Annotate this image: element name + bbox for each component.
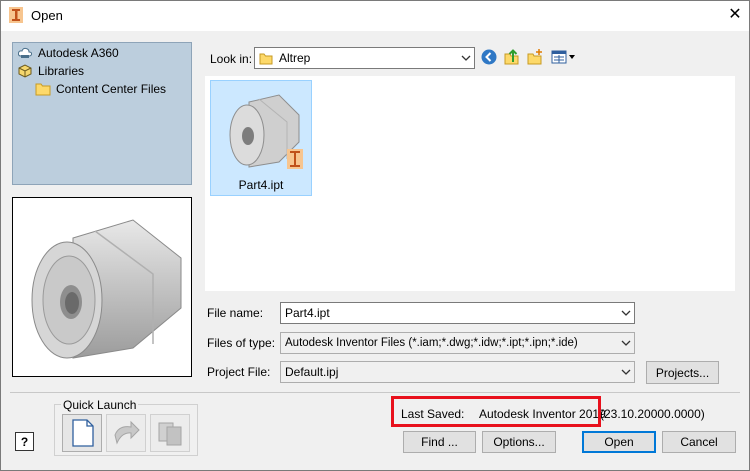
nav-item-content-center[interactable]: Content Center Files (35, 82, 166, 96)
quick-launch-label: Quick Launch (61, 398, 139, 412)
chevron-down-icon (621, 369, 631, 375)
nav-item-libraries[interactable]: Libraries (17, 64, 84, 78)
separator (10, 392, 740, 393)
look-in-label: Look in: (210, 52, 253, 66)
nav-item-a360[interactable]: Autodesk A360 (17, 46, 119, 60)
chevron-down-icon[interactable] (621, 308, 631, 318)
look-in-combo[interactable]: Altrep (254, 47, 475, 69)
close-button[interactable]: ✕ (722, 3, 748, 29)
open-button[interactable]: Open (582, 431, 656, 453)
last-saved-version: (23.10.20000.0000) (600, 407, 705, 421)
help-icon: ? (20, 434, 29, 449)
find-button[interactable]: Find ... (403, 431, 476, 453)
file-name-label: File name: (207, 306, 264, 320)
close-icon: ✕ (728, 6, 742, 23)
window-title: Open (31, 8, 63, 23)
cancel-button[interactable]: Cancel (662, 431, 736, 453)
look-in-value: Altrep (279, 51, 311, 65)
back-icon[interactable] (480, 48, 498, 66)
up-folder-icon[interactable] (503, 48, 521, 66)
cloud-drive-icon (17, 47, 33, 58)
quick-launch-project-button[interactable] (150, 414, 190, 452)
libraries-icon (18, 64, 32, 78)
help-button[interactable]: ? (15, 432, 34, 451)
folder-icon (35, 83, 51, 96)
title-bar (0, 0, 750, 31)
nav-item-label: Autodesk A360 (38, 46, 119, 60)
highlight-annotation (391, 396, 601, 427)
file-name-value: Part4.ipt (285, 306, 330, 320)
project-file-value: Default.ipj (285, 365, 339, 379)
part-thumbnail-image (229, 94, 303, 169)
new-folder-icon[interactable] (526, 48, 544, 66)
views-menu-icon[interactable] (550, 48, 576, 66)
part-preview-image (31, 219, 182, 359)
projects-button[interactable]: Projects... (646, 361, 719, 384)
files-of-type-value: Autodesk Inventor Files (*.iam;*.dwg;*.i… (285, 337, 578, 349)
open-arrow-icon (114, 420, 140, 445)
preview-panel (12, 197, 192, 377)
file-item-label: Part4.ipt (238, 178, 284, 192)
project-icon (158, 422, 182, 446)
nav-item-label: Content Center Files (56, 82, 167, 96)
inventor-app-icon (9, 7, 23, 23)
file-name-input[interactable]: Part4.ipt (280, 302, 635, 324)
new-document-icon (72, 419, 94, 447)
file-item-part4[interactable]: Part4.ipt (210, 80, 312, 196)
options-button[interactable]: Options... (482, 431, 556, 453)
files-of-type-label: Files of type: (207, 336, 276, 350)
nav-item-label: Libraries (38, 64, 85, 78)
project-file-select[interactable]: Default.ipj (280, 361, 635, 383)
navigation-pane: Autodesk A360 Libraries Content Center F… (12, 42, 192, 185)
chevron-down-icon (461, 55, 471, 61)
chevron-down-icon (621, 340, 631, 346)
quick-launch-open-button[interactable] (106, 414, 146, 452)
quick-launch-new-button[interactable] (62, 414, 102, 452)
files-of-type-select[interactable]: Autodesk Inventor Files (*.iam;*.dwg;*.i… (280, 332, 635, 354)
folder-icon (259, 53, 273, 64)
project-file-label: Project File: (207, 365, 271, 379)
